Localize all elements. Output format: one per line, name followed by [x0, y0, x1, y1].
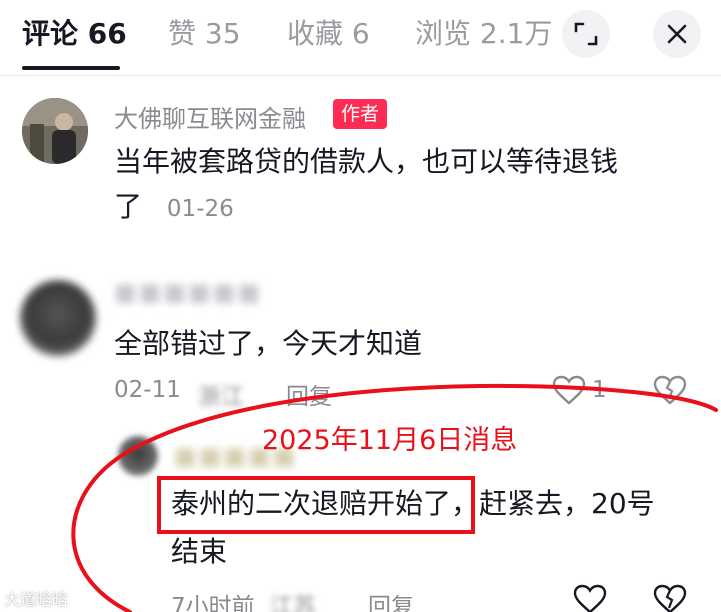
heart-icon[interactable] — [552, 375, 586, 405]
tab-views[interactable]: 浏览 2.1万 — [415, 14, 552, 54]
avatar[interactable] — [118, 436, 158, 476]
comment-date: 02-11 — [114, 377, 181, 403]
heart-icon[interactable] — [573, 584, 607, 612]
comment-panel-tabs: 评论 66 赞 35 收藏 6 浏览 2.1万 — [0, 0, 721, 72]
avatar-photo — [22, 98, 88, 164]
comment-text-tail: 了 — [114, 190, 143, 223]
tab-comments[interactable]: 评论 66 — [22, 14, 127, 54]
broken-heart-icon[interactable] — [653, 375, 687, 405]
highlight-box — [157, 476, 475, 534]
news-date-label: 2025年11月6日消息 — [262, 425, 518, 456]
comment-location: 浙江 — [198, 384, 244, 410]
comment-username[interactable]: ■■■■■■ — [114, 278, 262, 306]
comment-text: 全部错过了，今天才知道 — [114, 327, 423, 360]
active-tab-indicator — [22, 66, 120, 70]
close-button[interactable] — [653, 10, 701, 58]
avatar[interactable] — [20, 280, 96, 356]
comment-text-line2: 结束 — [171, 535, 228, 568]
comment-text-line2: 了 01-26 — [114, 185, 234, 231]
watermark: 大道晗晗 — [4, 590, 69, 609]
comment-username[interactable]: 大佛聊互联网金融 — [114, 99, 306, 134]
tab-likes[interactable]: 赞 35 — [168, 14, 241, 54]
comment-date: 7小时前 — [171, 594, 255, 612]
tab-divider — [0, 75, 721, 76]
like-count: 1 — [592, 377, 607, 403]
reply-button[interactable]: 回复 — [368, 587, 414, 612]
comment-date: 01-26 — [166, 196, 234, 222]
comment-text-line1: 当年被套路贷的借款人，也可以等待退钱 — [114, 145, 619, 178]
tab-favorites[interactable]: 收藏 6 — [287, 14, 370, 54]
broken-heart-icon[interactable] — [653, 584, 687, 612]
avatar[interactable] — [22, 98, 88, 164]
reply-button[interactable]: 回复 — [286, 377, 332, 411]
close-icon — [667, 24, 687, 44]
comment-location: 江苏 — [270, 594, 316, 612]
expand-button[interactable] — [562, 10, 610, 58]
author-badge: 作者 — [333, 99, 388, 129]
expand-icon — [574, 22, 598, 46]
comment-text-rest: ，赶紧去，20号 — [451, 487, 655, 520]
